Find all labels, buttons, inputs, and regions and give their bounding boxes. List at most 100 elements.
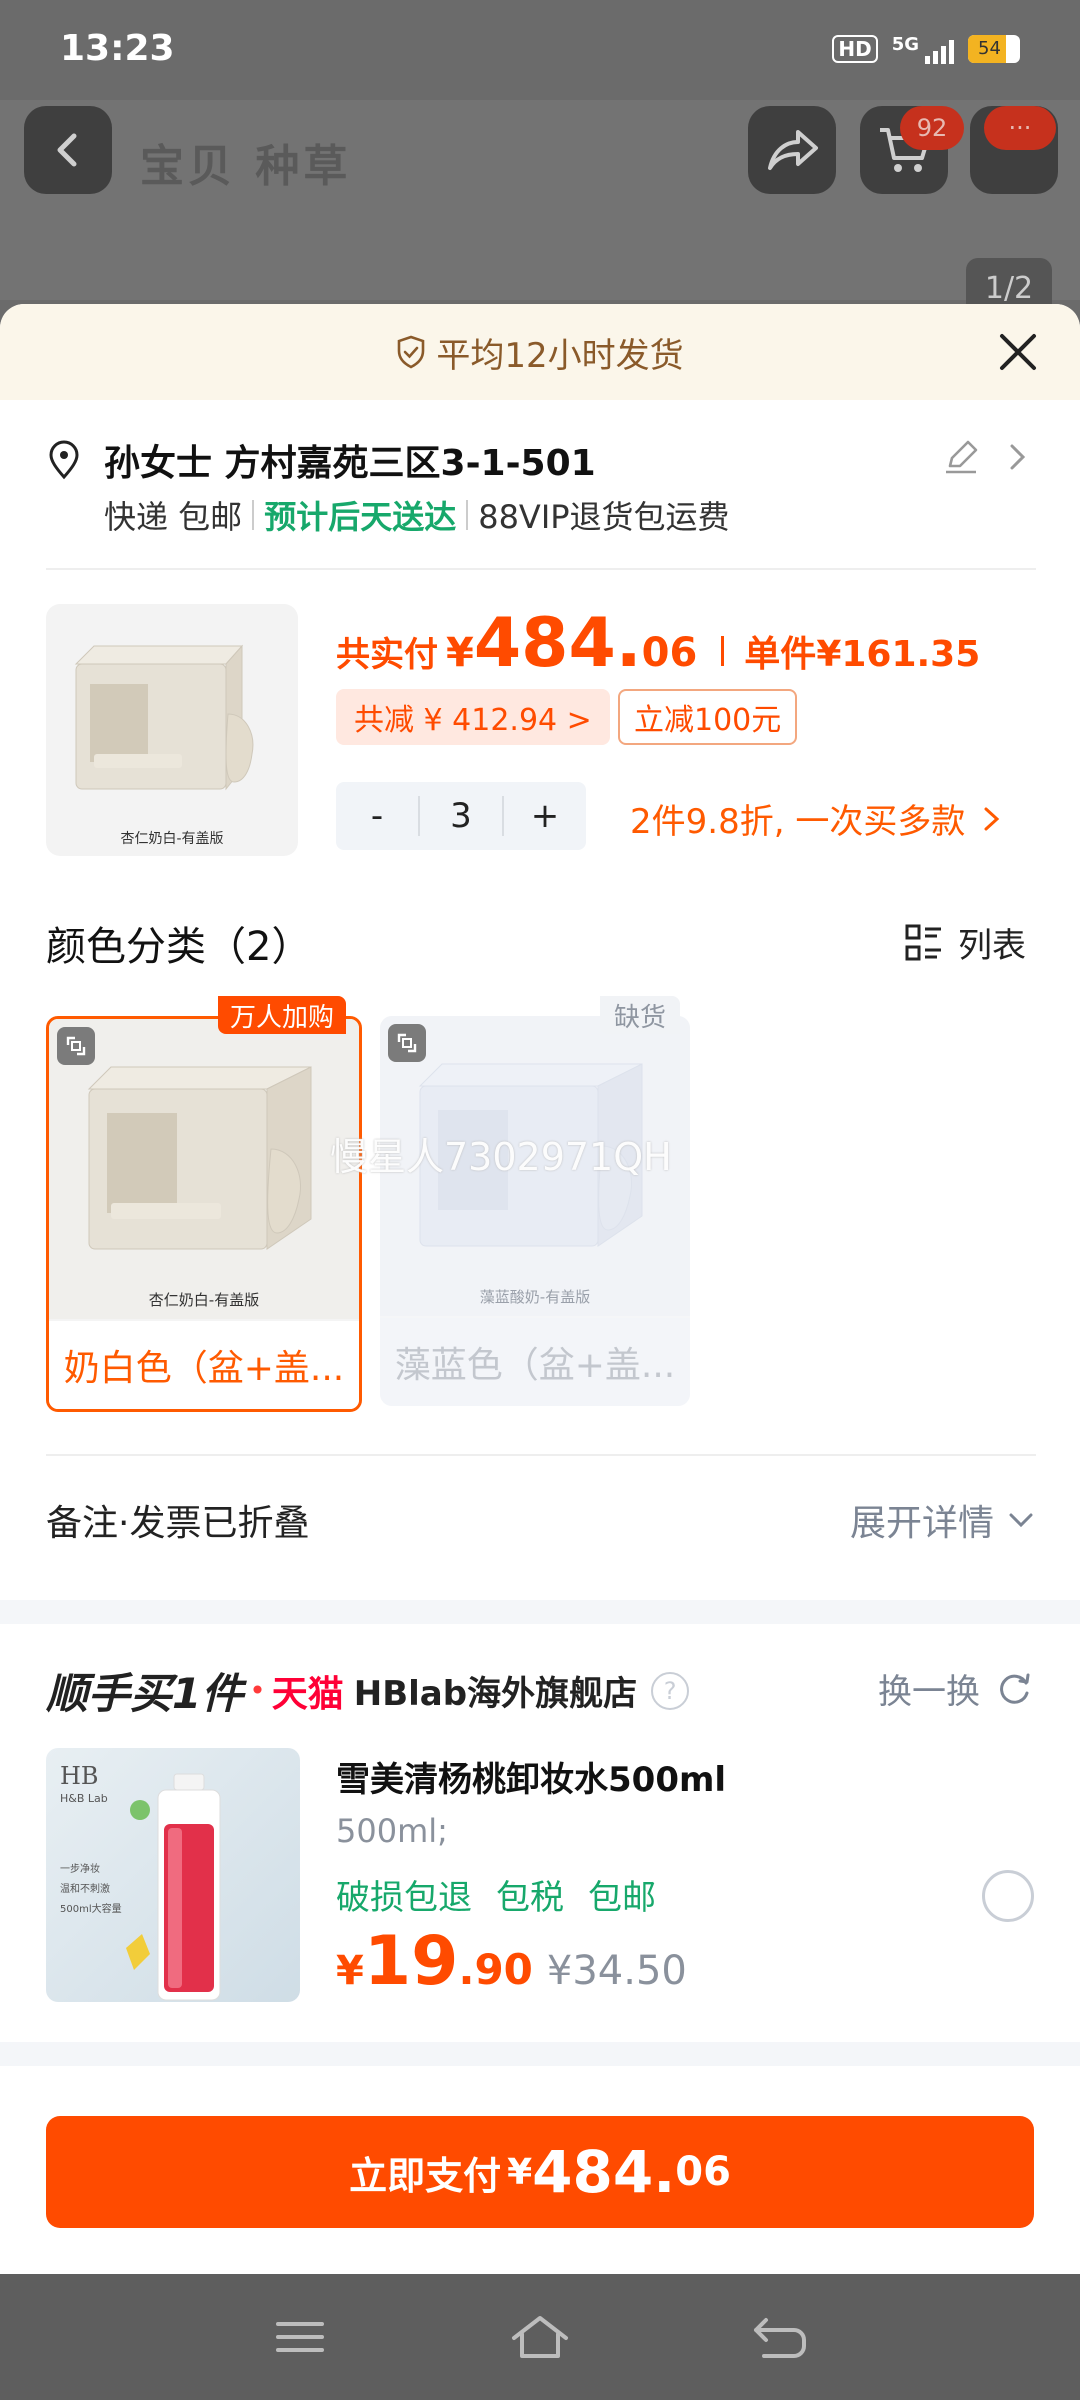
recommend-product-name[interactable]: 雪美清杨桃卸妆水500ml [336,1752,726,1801]
status-bar: 13:23 HD 5G 54 [0,0,1080,100]
total-price-label: 共实付 [336,635,438,675]
hd-icon: HD [832,35,878,63]
list-view-button[interactable]: 列表 [904,918,1026,967]
recommend-tags: 破损包退 包税 包邮 [336,1870,656,1919]
recommend-price-main: 19 [363,1922,459,2001]
watermark: 慢星人7302971QH [330,1135,672,1179]
tmall-logo: 天猫 [271,1673,344,1715]
location-pin-icon [49,440,79,480]
pay-now-decimal: 06 [675,2149,731,2195]
total-price-yen: ¥ [446,630,474,676]
network-label: 5G [891,34,919,55]
expand-details[interactable]: 展开详情 [850,1494,1036,1546]
share-button[interactable] [748,106,836,194]
chevron-right-icon [984,807,1000,830]
more-badge: ··· [984,106,1056,150]
popular-tag: 万人加购 [218,996,347,1034]
battery-icon: 54 [968,35,1020,63]
variant-image: 杏仁奶白-有盖版 [49,1019,359,1319]
recommend-original-price: ¥34.50 [546,1948,687,1994]
recommend-tag: 包税 [496,1878,564,1918]
promo-text: 2件9.8折, 一次买多款 [630,802,966,842]
menu-icon[interactable] [270,2312,330,2362]
discount-tag[interactable]: 共减 ¥ 412.94 > [336,689,610,745]
recommend-tag: 破损包退 [336,1878,472,1918]
pay-now-button[interactable]: 立即支付 ¥ 484. 06 [46,2116,1034,2228]
express-label: 快递 包邮 [104,498,243,536]
chevron-down-icon [1009,1513,1033,1528]
total-price: 共实付 ¥ 484. 06 单件 ¥161.35 [336,604,980,683]
quantity-stepper: - 3 + [336,782,586,850]
coupon-tag: 立减100元 [618,689,798,745]
pay-now-yen: ¥ [507,2151,533,2193]
refresh-icon [1000,1673,1030,1704]
recommend-spec: 500ml; [336,1812,448,1850]
signal-icon [925,34,954,64]
notes-label: 备注·发票已折叠 [46,1503,310,1544]
quantity-minus-button[interactable]: - [336,796,418,836]
recommend-price-yen: ¥ [336,1948,364,1994]
purchase-sheet: 平均12小时发货 孙女士 方村嘉苑三区3-1-501 快递 包邮 预计后天送达 … [0,304,1080,2274]
recommend-select-radio[interactable] [982,1870,1034,1922]
recommend-title: 顺手买1件 [46,1669,244,1718]
swap-button[interactable]: 换一换 [878,1664,1034,1713]
total-price-decimal: 06 [641,630,698,676]
recommend-tag: 包邮 [588,1878,656,1918]
chevron-right-icon [1010,444,1026,470]
system-nav-bar [0,2274,1080,2400]
variant-name: 奶白色（盆+盖... [49,1321,359,1409]
product-bottle-image [126,1773,221,2001]
quantity-plus-button[interactable]: + [504,796,586,836]
store-name[interactable]: HBlab海外旗舰店 [354,1666,637,1715]
eta-label: 预计后天送达 [264,498,457,536]
background-tabs: 宝贝 种草 [140,141,352,192]
multi-buy-promo[interactable]: 2件9.8折, 一次买多款 [630,794,1007,843]
battery-level: 54 [978,38,1001,59]
section-gap [0,2042,1080,2066]
expand-icon[interactable] [388,1024,426,1062]
divider [46,1454,1036,1456]
recommend-thumbnail[interactable]: HB H&B Lab 一步净妆 温和不刺激 500ml大容量 [46,1748,300,2002]
pay-now-label: 立即支付 [349,2153,502,2198]
back-nav-icon[interactable] [750,2312,810,2362]
returns-label: 88VIP退货包运费 [478,498,730,536]
address-name: 孙女士 方村嘉苑三区3-1-501 [104,443,596,484]
help-icon[interactable]: ? [651,1671,690,1710]
total-price-main: 484. [473,604,642,683]
unit-price-label: 单件 [744,634,817,675]
out-of-stock-tag: 缺货 [600,996,681,1034]
back-arrow-icon [57,133,77,167]
shield-check-icon [398,335,425,369]
pay-now-main: 484. [532,2138,676,2206]
variant-option-blue[interactable]: 藻蓝酸奶-有盖版 藻蓝色（盆+盖... [380,1016,690,1406]
product-thumb-caption: 杏仁奶白-有盖版 [120,831,224,847]
edit-icon[interactable] [942,438,980,476]
close-icon[interactable] [996,330,1040,374]
variant-caption: 杏仁奶白-有盖版 [148,1291,260,1309]
product-thumbnail[interactable]: 杏仁奶白-有盖版 [46,604,298,856]
shipping-banner: 平均12小时发货 [0,304,1080,400]
notes-row[interactable]: 备注·发票已折叠 展开详情 [46,1494,1036,1546]
divider [46,568,1036,570]
list-icon [905,924,941,960]
list-view-label: 列表 [958,926,1026,966]
cart-badge: 92 [900,106,964,150]
expand-icon[interactable] [57,1027,95,1065]
home-icon[interactable] [508,2312,572,2362]
shipping-banner-text: 平均12小时发货 [436,335,684,376]
back-button[interactable] [24,106,112,194]
color-section-title: 颜色分类（2） [46,924,312,970]
status-icons: HD 5G 54 [832,34,1020,64]
product-image [74,644,254,791]
recommend-price-decimal: .90 [458,1945,533,1994]
variant-name: 藻蓝色（盆+盖... [380,1318,690,1406]
variant-option-milkwhite[interactable]: 杏仁奶白-有盖版 奶白色（盆+盖... [46,1016,362,1412]
shipping-info: 快递 包邮 预计后天送达 88VIP退货包运费 [104,492,730,538]
quantity-value[interactable]: 3 [418,796,504,836]
variant-caption: 藻蓝酸奶-有盖版 [479,1288,591,1306]
share-icon [768,130,818,170]
unit-price: ¥161.35 [816,634,981,675]
status-time: 13:23 [60,28,175,69]
swap-label: 换一换 [878,1672,980,1712]
expand-details-label: 展开详情 [849,1503,994,1544]
